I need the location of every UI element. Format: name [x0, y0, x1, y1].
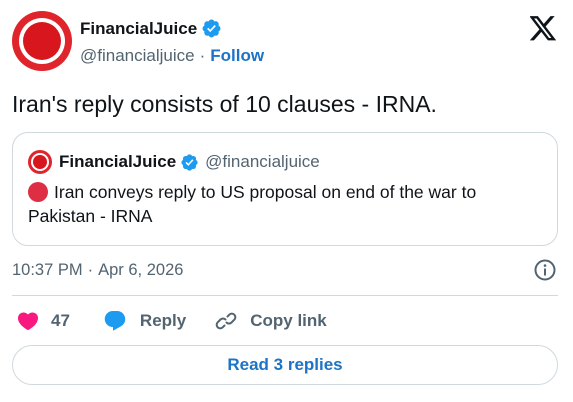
- divider: [12, 295, 558, 296]
- reply-label: Reply: [139, 311, 187, 330]
- quoted-post[interactable]: FinancialJuice @financialjuice Iran conv…: [12, 132, 558, 246]
- x-logo-icon[interactable]: [530, 16, 557, 41]
- quoted-author-display-name: FinancialJuice: [59, 152, 177, 171]
- link-icon: [215, 312, 237, 330]
- read-replies-label: Read 3 replies: [227, 355, 343, 374]
- info-icon[interactable]: [533, 258, 557, 282]
- speech-bubble-icon: [104, 311, 126, 331]
- quoted-author-handle: @financialjuice: [205, 152, 320, 171]
- verified-badge-icon: [202, 19, 221, 38]
- read-replies-button[interactable]: Read 3 replies: [12, 345, 558, 385]
- verified-badge-icon: [181, 153, 198, 171]
- author-avatar[interactable]: [12, 11, 72, 71]
- like-button[interactable]: 47: [16, 309, 70, 333]
- copy-link-button[interactable]: Copy link: [214, 309, 327, 333]
- quoted-author-avatar: [28, 150, 52, 174]
- post-text: Iran's reply consists of 10 clauses - IR…: [12, 91, 437, 117]
- quoted-post-text: Iran conveys reply to US proposal on end…: [28, 182, 477, 226]
- follow-button[interactable]: Follow: [210, 46, 264, 66]
- quoted-post-header: FinancialJuice @financialjuice: [28, 150, 320, 174]
- red-circle-icon: [28, 182, 48, 202]
- reply-button[interactable]: Reply: [103, 309, 186, 333]
- action-bar: 47 Reply Copy link: [12, 306, 327, 336]
- post-time: 10:37 PM: [12, 261, 83, 279]
- post-date: Apr 6, 2026: [98, 261, 184, 279]
- timestamp-separator: ·: [87, 261, 94, 279]
- copy-link-label: Copy link: [250, 311, 327, 330]
- author-handle-row: @financialjuice · Follow: [80, 46, 264, 66]
- post-header: FinancialJuice @financialjuice · Follow: [12, 11, 561, 73]
- post-timestamp[interactable]: 10:37 PM · Apr 6, 2026: [12, 261, 183, 280]
- heart-icon: [17, 312, 39, 331]
- author-name-row: FinancialJuice: [80, 18, 222, 39]
- author-display-name[interactable]: FinancialJuice: [80, 19, 197, 39]
- author-handle[interactable]: @financialjuice: [80, 46, 195, 66]
- handle-separator: ·: [199, 46, 206, 65]
- quoted-post-body: Iran conveys reply to US proposal on end…: [28, 180, 548, 228]
- like-count: 47: [51, 311, 70, 330]
